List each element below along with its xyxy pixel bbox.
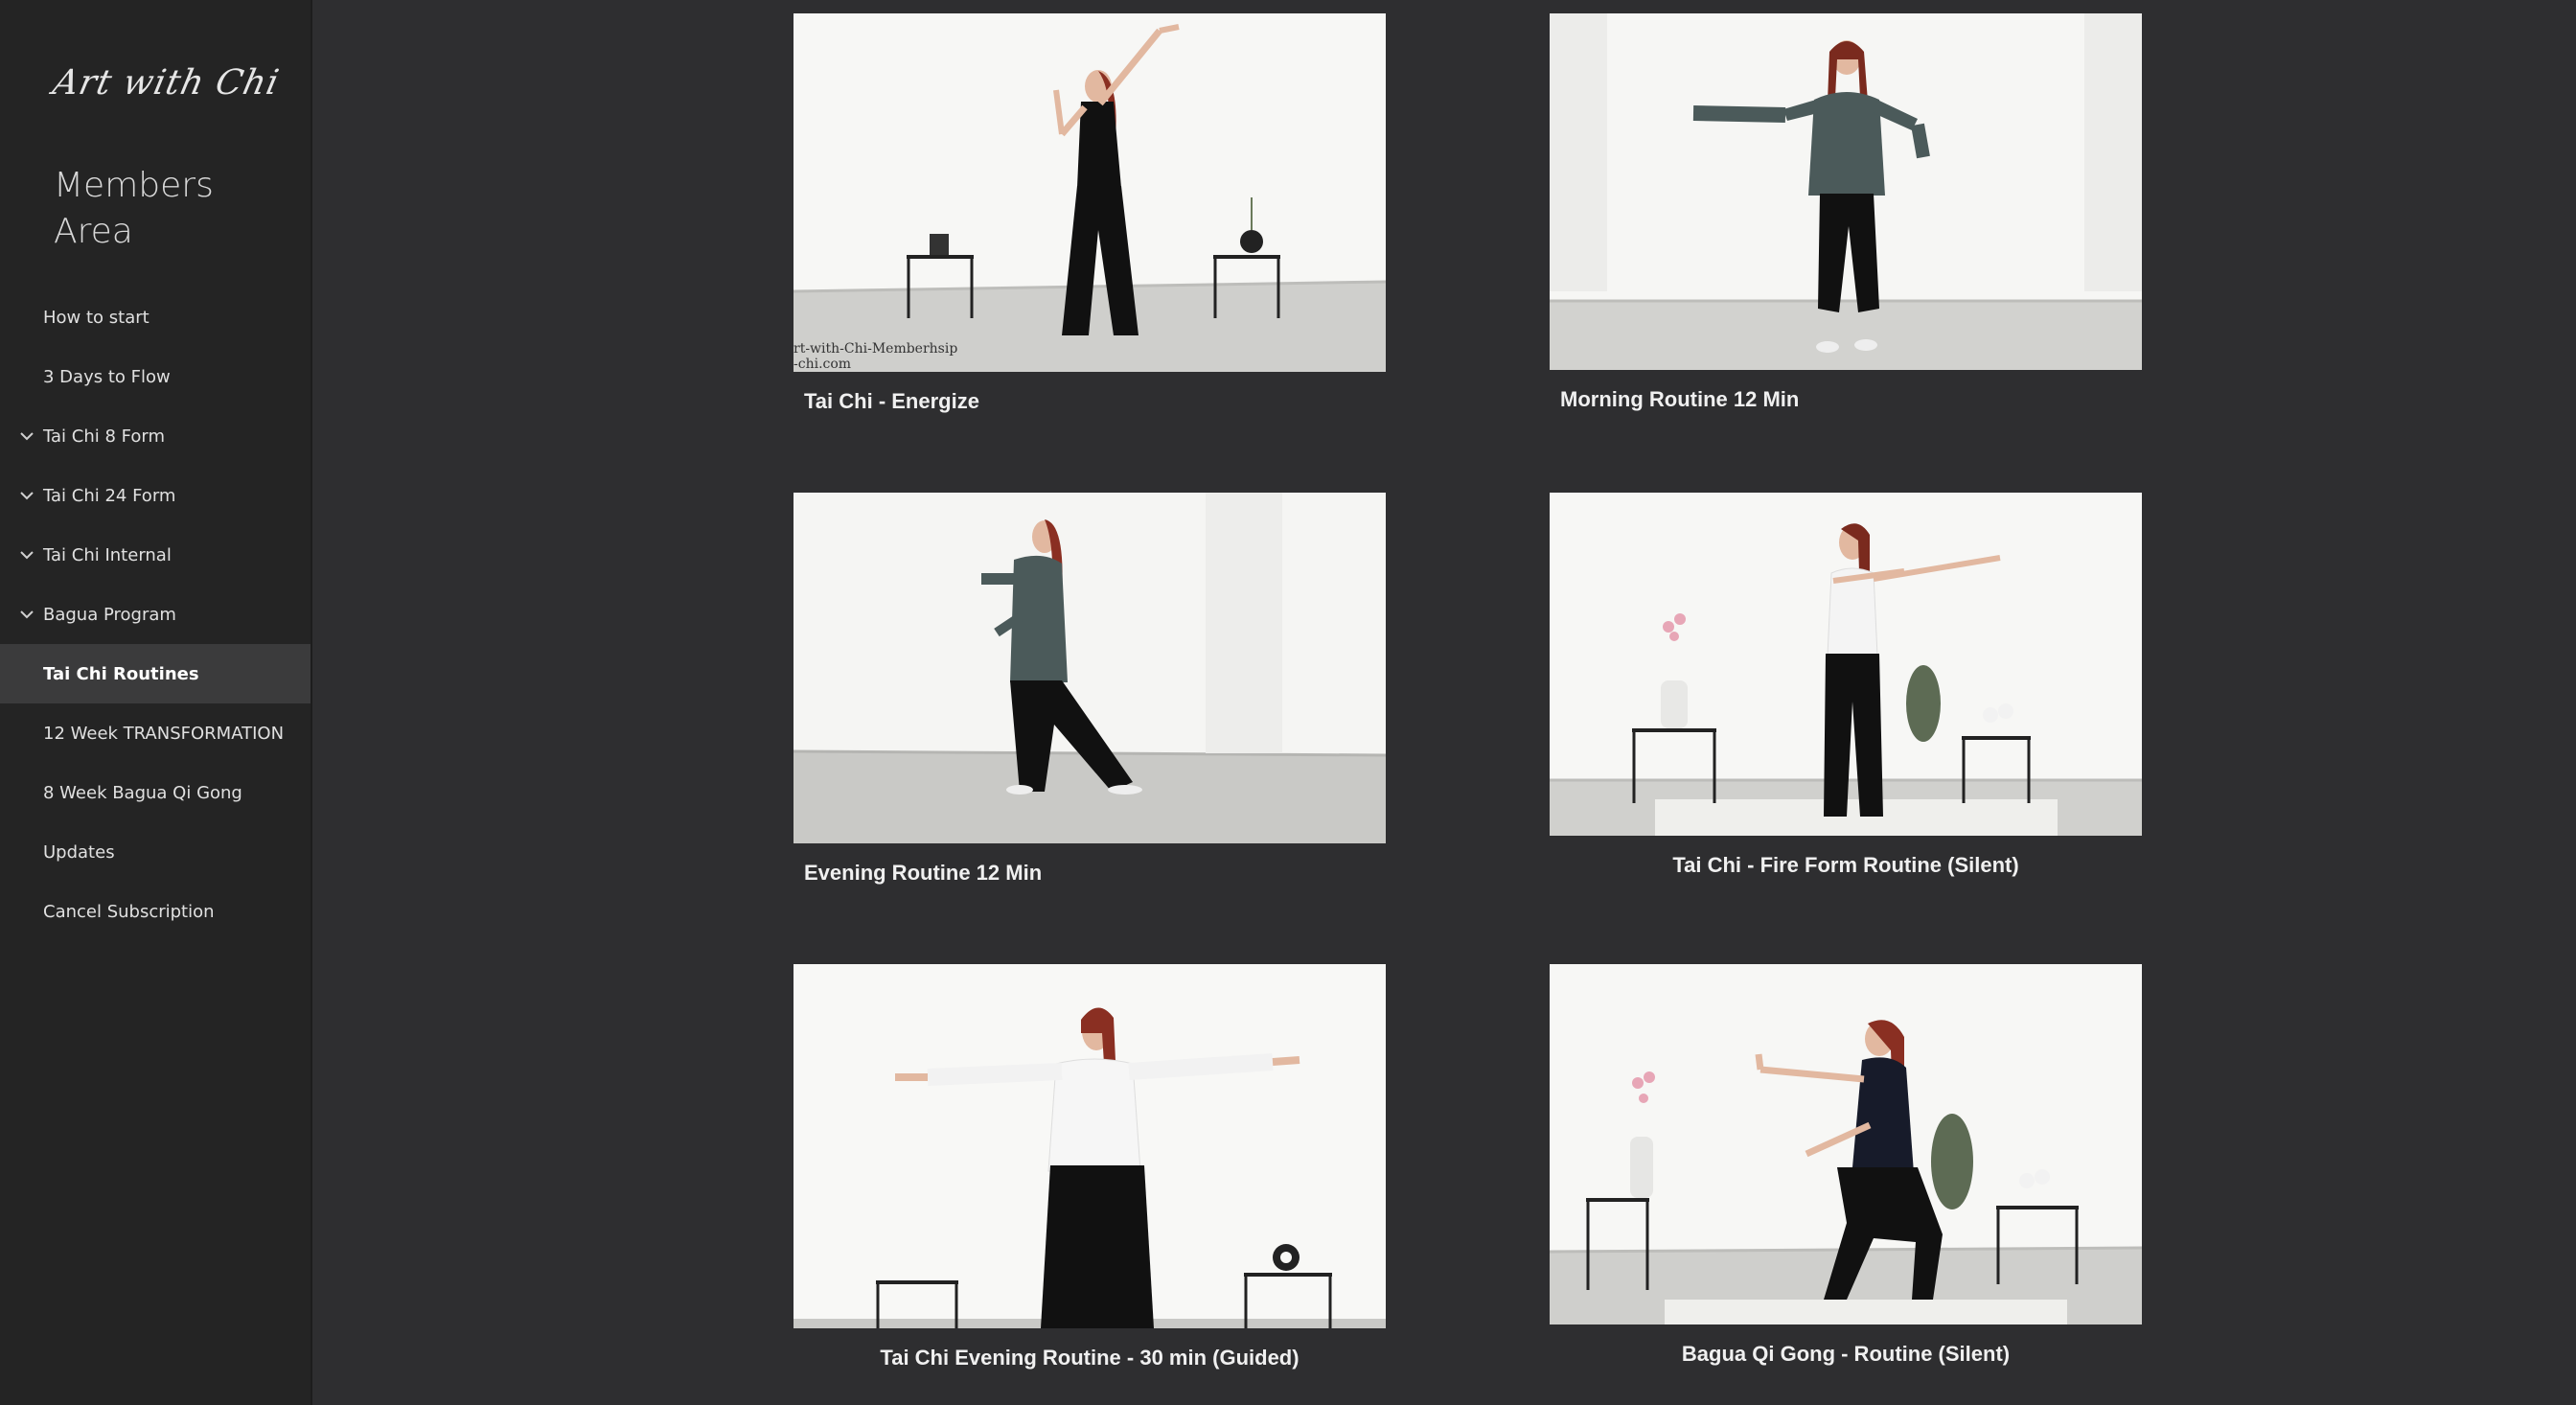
sidebar-item-tai-chi-8-form[interactable]: Tai Chi 8 Form (0, 406, 310, 466)
sidebar-item-label: Tai Chi Internal (43, 544, 172, 565)
sidebar-item-12-week-transformation[interactable]: 12 Week TRANSFORMATION (0, 703, 310, 763)
video-thumbnail[interactable] (1550, 13, 2142, 370)
sidebar-title: Members Area (54, 166, 214, 251)
brand-logo[interactable]: Art with Chi (50, 63, 284, 103)
sidebar-item-8-week-bagua-qi-gong[interactable]: 8 Week Bagua Qi Gong (0, 763, 310, 822)
sidebar: Art with Chi Members Area How to start 3… (0, 0, 312, 1405)
video-watermark: rt-with-Chi-Memberhsip -chi.com (794, 341, 958, 372)
sidebar-item-label: Tai Chi 24 Form (43, 485, 176, 506)
video-card[interactable]: Bagua Qi Gong - Routine (Silent) (1550, 964, 2142, 1367)
video-title[interactable]: Tai Chi - Fire Form Routine (Silent) (1550, 853, 2142, 878)
chevron-down-icon[interactable] (18, 546, 35, 564)
sidebar-item-how-to-start[interactable]: How to start (0, 288, 310, 347)
sidebar-item-updates[interactable]: Updates (0, 822, 310, 882)
video-title[interactable]: Tai Chi Evening Routine - 30 min (Guided… (794, 1346, 1386, 1370)
video-title[interactable]: Evening Routine 12 Min (794, 861, 1386, 886)
chevron-down-icon[interactable] (18, 606, 35, 623)
sidebar-item-label: 8 Week Bagua Qi Gong (43, 782, 242, 803)
video-still-image (794, 13, 1386, 372)
video-grid: rt-with-Chi-Memberhsip -chi.com Tai Chi … (312, 0, 2576, 1405)
video-still-image (1550, 964, 2142, 1324)
chevron-down-icon[interactable] (18, 427, 35, 445)
video-card[interactable]: rt-with-Chi-Memberhsip -chi.com Tai Chi … (794, 13, 1386, 414)
video-still-image (1550, 493, 2142, 836)
sidebar-item-3-days-to-flow[interactable]: 3 Days to Flow (0, 347, 310, 406)
sidebar-item-label: Cancel Subscription (43, 901, 215, 922)
video-still-image (794, 493, 1386, 843)
video-card[interactable]: Morning Routine 12 Min (1550, 13, 2142, 412)
app: Art with Chi Members Area How to start 3… (0, 0, 2576, 1405)
video-still-image (1550, 13, 2142, 370)
video-thumbnail[interactable] (794, 964, 1386, 1328)
video-title[interactable]: Tai Chi - Energize (794, 389, 1386, 414)
sidebar-item-label: Bagua Program (43, 604, 176, 625)
sidebar-item-label: Tai Chi 8 Form (43, 426, 165, 447)
video-title[interactable]: Morning Routine 12 Min (1550, 387, 2142, 412)
sidebar-nav: How to start 3 Days to Flow Tai Chi 8 Fo… (0, 288, 310, 941)
video-thumbnail[interactable] (794, 493, 1386, 843)
sidebar-item-tai-chi-routines[interactable]: Tai Chi Routines (0, 644, 310, 703)
sidebar-item-label: 12 Week TRANSFORMATION (43, 723, 285, 744)
sidebar-item-bagua-program[interactable]: Bagua Program (0, 585, 310, 644)
video-still-image (794, 964, 1386, 1328)
sidebar-item-label: Tai Chi Routines (43, 663, 199, 684)
video-card[interactable]: Tai Chi - Fire Form Routine (Silent) (1550, 493, 2142, 878)
sidebar-item-label: How to start (43, 307, 150, 328)
sidebar-item-tai-chi-internal[interactable]: Tai Chi Internal (0, 525, 310, 585)
video-thumbnail[interactable] (1550, 964, 2142, 1324)
video-title[interactable]: Bagua Qi Gong - Routine (Silent) (1550, 1342, 2142, 1367)
sidebar-item-cancel-subscription[interactable]: Cancel Subscription (0, 882, 310, 941)
video-card[interactable]: Evening Routine 12 Min (794, 493, 1386, 886)
sidebar-item-label: 3 Days to Flow (43, 366, 171, 387)
video-card[interactable]: Tai Chi Evening Routine - 30 min (Guided… (794, 964, 1386, 1370)
video-thumbnail[interactable]: rt-with-Chi-Memberhsip -chi.com (794, 13, 1386, 372)
chevron-down-icon[interactable] (18, 487, 35, 504)
sidebar-item-label: Updates (43, 841, 115, 863)
sidebar-item-tai-chi-24-form[interactable]: Tai Chi 24 Form (0, 466, 310, 525)
video-thumbnail[interactable] (1550, 493, 2142, 836)
